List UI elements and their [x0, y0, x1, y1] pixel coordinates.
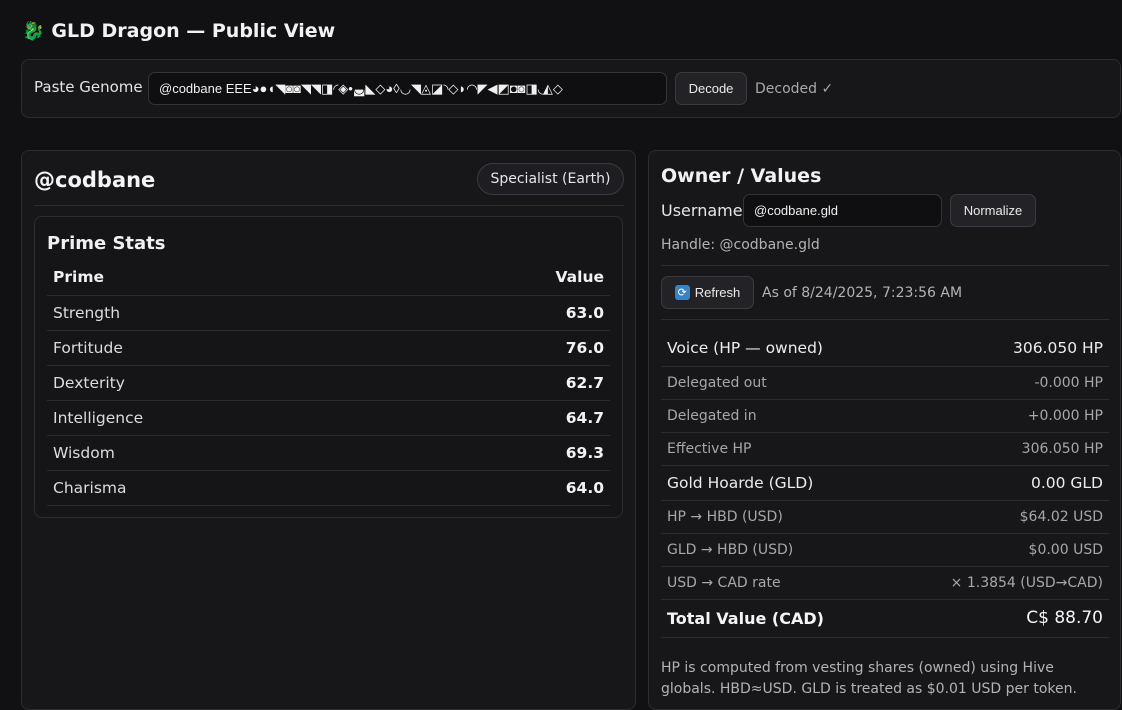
- table-row: Gold Hoarde (GLD) 0.00 GLD: [661, 465, 1109, 501]
- table-header-row: Prime Value: [47, 260, 610, 296]
- value-amount: × 1.3854 (USD→CAD): [888, 566, 1109, 600]
- table-row: Charisma 64.0: [47, 470, 610, 506]
- table-row: Delegated in +0.000 HP: [661, 399, 1109, 433]
- username-label: Username: [661, 201, 743, 220]
- prime-name: Dexterity: [47, 365, 401, 401]
- handle-text: Handle: @codbane.gld: [661, 237, 820, 253]
- prime-value: 64.7: [400, 400, 610, 436]
- genome-panel: Paste Genome @codbane EEE◕●◖◥◙◙◥◥◨◜◈•◛◣◇…: [21, 59, 1121, 118]
- table-row: HP → HBD (USD) $64.02 USD: [661, 500, 1109, 534]
- value-label: GLD → HBD (USD): [661, 533, 889, 567]
- table-row: Voice (HP — owned) 306.050 HP: [661, 331, 1109, 367]
- owner-values-title: Owner / Values: [661, 165, 822, 187]
- genome-input[interactable]: @codbane EEE◕●◖◥◙◙◥◥◨◜◈•◛◣◇◕◊◡◥◬◪◝◇◗◠◤◀◩…: [148, 72, 667, 105]
- refresh-icon: ⟳: [674, 285, 690, 300]
- username-input[interactable]: [743, 194, 942, 227]
- footnote: HP is computed from vesting shares (owne…: [661, 660, 1077, 697]
- divider: [34, 205, 624, 206]
- value-amount: 0.00 GLD: [888, 465, 1109, 501]
- table-row: Strength 63.0: [47, 295, 610, 331]
- total-label: Total Value (CAD): [661, 599, 889, 638]
- page-title: 🐉 GLD Dragon — Public View: [22, 20, 335, 42]
- value-label: Effective HP: [661, 432, 889, 466]
- prime-stats-card: Prime Stats Prime Value Strength 63.0 Fo…: [34, 216, 623, 518]
- table-row: Delegated out -0.000 HP: [661, 366, 1109, 400]
- value-label: Delegated in: [661, 399, 889, 433]
- prime-value: 62.7: [400, 365, 610, 401]
- prime-value: 69.3: [400, 435, 610, 471]
- owner-values-panel: Owner / Values Username Normalize Handle…: [648, 150, 1121, 710]
- prime-value: 63.0: [400, 295, 610, 331]
- value-label: Gold Hoarde (GLD): [661, 465, 889, 501]
- table-row: Intelligence 64.7: [47, 400, 610, 436]
- refresh-label: Refresh: [694, 285, 741, 300]
- table-row: GLD → HBD (USD) $0.00 USD: [661, 533, 1109, 567]
- value-amount: $0.00 USD: [888, 533, 1109, 567]
- value-label: HP → HBD (USD): [661, 500, 889, 534]
- refresh-button[interactable]: ⟳ Refresh: [661, 276, 754, 309]
- column-header-value: Value: [400, 260, 610, 296]
- prime-stats-title: Prime Stats: [47, 233, 166, 254]
- table-row: Wisdom 69.3: [47, 435, 610, 471]
- divider: [661, 265, 1109, 266]
- table-row: USD → CAD rate × 1.3854 (USD→CAD): [661, 566, 1109, 600]
- genome-label: Paste Genome: [34, 78, 143, 96]
- prime-name: Strength: [47, 295, 401, 331]
- table-row: Dexterity 62.7: [47, 365, 610, 401]
- profile-panel: @codbane Specialist (Earth) Prime Stats …: [21, 150, 636, 710]
- value-amount: 306.050 HP: [888, 331, 1109, 367]
- prime-name: Wisdom: [47, 435, 401, 471]
- prime-value: 64.0: [400, 470, 610, 506]
- values-table: Voice (HP — owned) 306.050 HP Delegated …: [661, 331, 1109, 638]
- prime-name: Charisma: [47, 470, 401, 506]
- class-badge: Specialist (Earth): [477, 163, 624, 195]
- column-header-prime: Prime: [47, 260, 401, 296]
- page-title-text: GLD Dragon — Public View: [51, 20, 336, 42]
- normalize-button[interactable]: Normalize: [950, 194, 1036, 227]
- decode-status: Decoded ✓: [755, 81, 834, 97]
- decode-button[interactable]: Decode: [675, 72, 747, 105]
- value-label: Delegated out: [661, 366, 889, 400]
- table-row: Fortitude 76.0: [47, 330, 610, 366]
- value-label: USD → CAD rate: [661, 566, 889, 600]
- divider: [661, 319, 1109, 320]
- value-amount: $64.02 USD: [888, 500, 1109, 534]
- value-amount: -0.000 HP: [888, 366, 1109, 400]
- table-row: Effective HP 306.050 HP: [661, 432, 1109, 466]
- dragon-icon: 🐉: [22, 20, 45, 42]
- profile-name: @codbane: [34, 168, 156, 192]
- value-amount: +0.000 HP: [888, 399, 1109, 433]
- value-label: Voice (HP — owned): [661, 331, 889, 367]
- as-of-timestamp: As of 8/24/2025, 7:23:56 AM: [762, 285, 963, 301]
- value-amount: 306.050 HP: [888, 432, 1109, 466]
- prime-value: 76.0: [400, 330, 610, 366]
- prime-stats-table: Prime Value Strength 63.0 Fortitude 76.0…: [47, 260, 610, 506]
- prime-name: Intelligence: [47, 400, 401, 436]
- total-amount: C$ 88.70: [888, 599, 1109, 638]
- total-row: Total Value (CAD) C$ 88.70: [661, 599, 1109, 638]
- prime-name: Fortitude: [47, 330, 401, 366]
